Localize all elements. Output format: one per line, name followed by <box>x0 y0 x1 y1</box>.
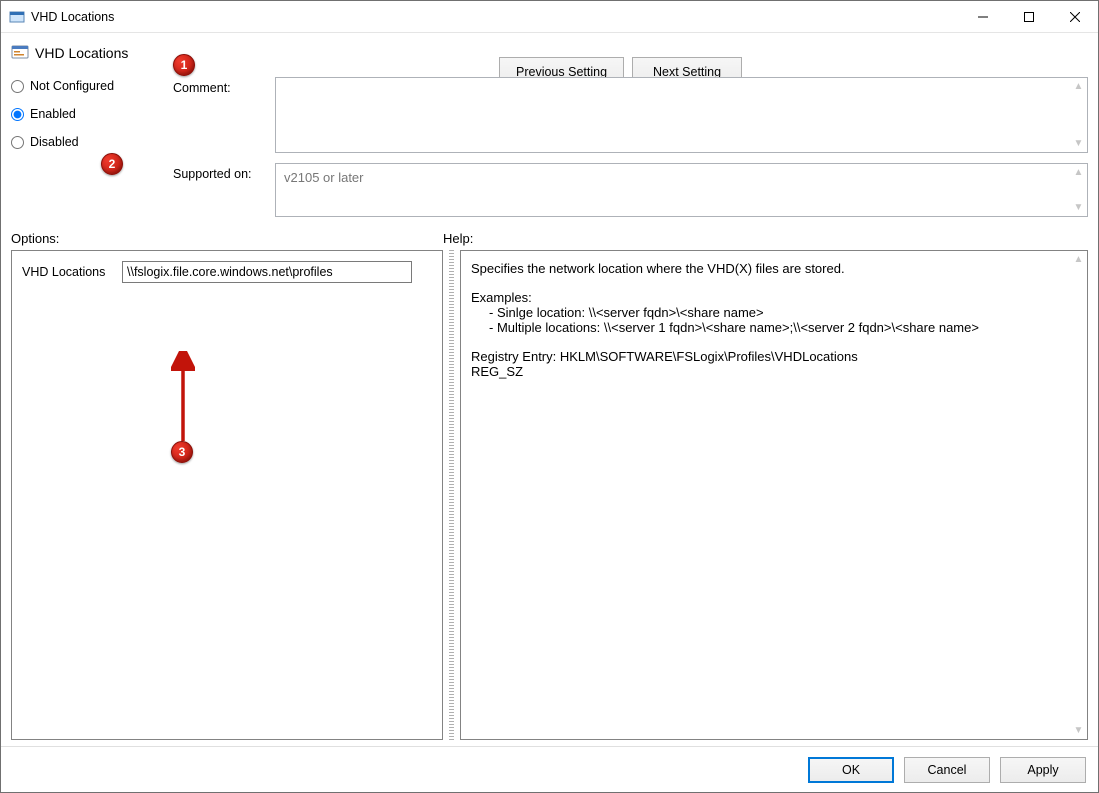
state-radio-group: Not Configured Enabled Disabled <box>11 77 173 153</box>
help-registry: Registry Entry: HKLM\SOFTWARE\FSLogix\Pr… <box>471 349 1063 364</box>
annotation-badge-2: 2 <box>101 153 123 175</box>
policy-icon <box>11 43 29 61</box>
policy-title: VHD Locations <box>35 43 128 63</box>
titlebar: VHD Locations <box>1 1 1098 33</box>
help-header: Help: <box>433 231 1098 246</box>
options-header: Options: <box>1 231 433 246</box>
cancel-button[interactable]: Cancel <box>904 757 990 783</box>
help-scrollbar[interactable]: ▲ ▼ <box>1070 251 1087 739</box>
ok-button[interactable]: OK <box>808 757 894 783</box>
radio-enabled-label: Enabled <box>30 107 76 121</box>
radio-not-configured-label: Not Configured <box>30 79 114 93</box>
radio-disabled-label: Disabled <box>30 135 79 149</box>
supported-on-box: v2105 or later ▲ ▼ <box>275 163 1088 217</box>
radio-not-configured[interactable] <box>11 80 24 93</box>
help-pane: Specifies the network location where the… <box>460 250 1088 740</box>
help-example-1: - Sinlge location: \\<server fqdn>\<shar… <box>471 305 1063 320</box>
scroll-down-icon: ▼ <box>1070 135 1087 152</box>
body-section: VHD Locations Specifies the network loca… <box>1 246 1098 746</box>
maximize-button[interactable] <box>1006 1 1052 32</box>
options-pane: VHD Locations <box>11 250 443 740</box>
annotation-badge-1: 1 <box>173 54 195 76</box>
upper-section: VHD Locations Previous Setting Next Sett… <box>1 33 1098 221</box>
scroll-down-icon: ▼ <box>1070 199 1087 216</box>
supported-on-label: Supported on: <box>173 163 275 181</box>
window-title: VHD Locations <box>31 10 114 24</box>
scroll-up-icon: ▲ <box>1070 251 1087 268</box>
supported-scrollbar[interactable]: ▲ ▼ <box>1070 164 1087 216</box>
radio-disabled[interactable] <box>11 136 24 149</box>
comment-textbox[interactable]: ▲ ▼ <box>275 77 1088 153</box>
vhd-locations-input[interactable] <box>122 261 412 283</box>
radio-enabled[interactable] <box>11 108 24 121</box>
footer: OK Cancel Apply <box>1 746 1098 792</box>
apply-button[interactable]: Apply <box>1000 757 1086 783</box>
scroll-up-icon: ▲ <box>1070 78 1087 95</box>
app-icon <box>9 9 25 25</box>
splitter-handle[interactable] <box>449 250 454 740</box>
vhd-locations-option-label: VHD Locations <box>22 265 112 279</box>
help-examples-header: Examples: <box>471 290 1063 305</box>
scroll-up-icon: ▲ <box>1070 164 1087 181</box>
dialog-window: VHD Locations VHD Locations Pr <box>0 0 1099 793</box>
supported-on-text: v2105 or later <box>276 164 1087 191</box>
comment-label: Comment: <box>173 77 275 95</box>
annotation-badge-3: 3 <box>171 441 193 463</box>
help-example-2: - Multiple locations: \\<server 1 fqdn>\… <box>471 320 1063 335</box>
comment-scrollbar[interactable]: ▲ ▼ <box>1070 78 1087 152</box>
close-button[interactable] <box>1052 1 1098 32</box>
minimize-button[interactable] <box>960 1 1006 32</box>
scroll-down-icon: ▼ <box>1070 722 1087 739</box>
section-headers: Options: Help: <box>1 231 1098 246</box>
help-reg-type: REG_SZ <box>471 364 1063 379</box>
help-intro: Specifies the network location where the… <box>471 261 1063 276</box>
